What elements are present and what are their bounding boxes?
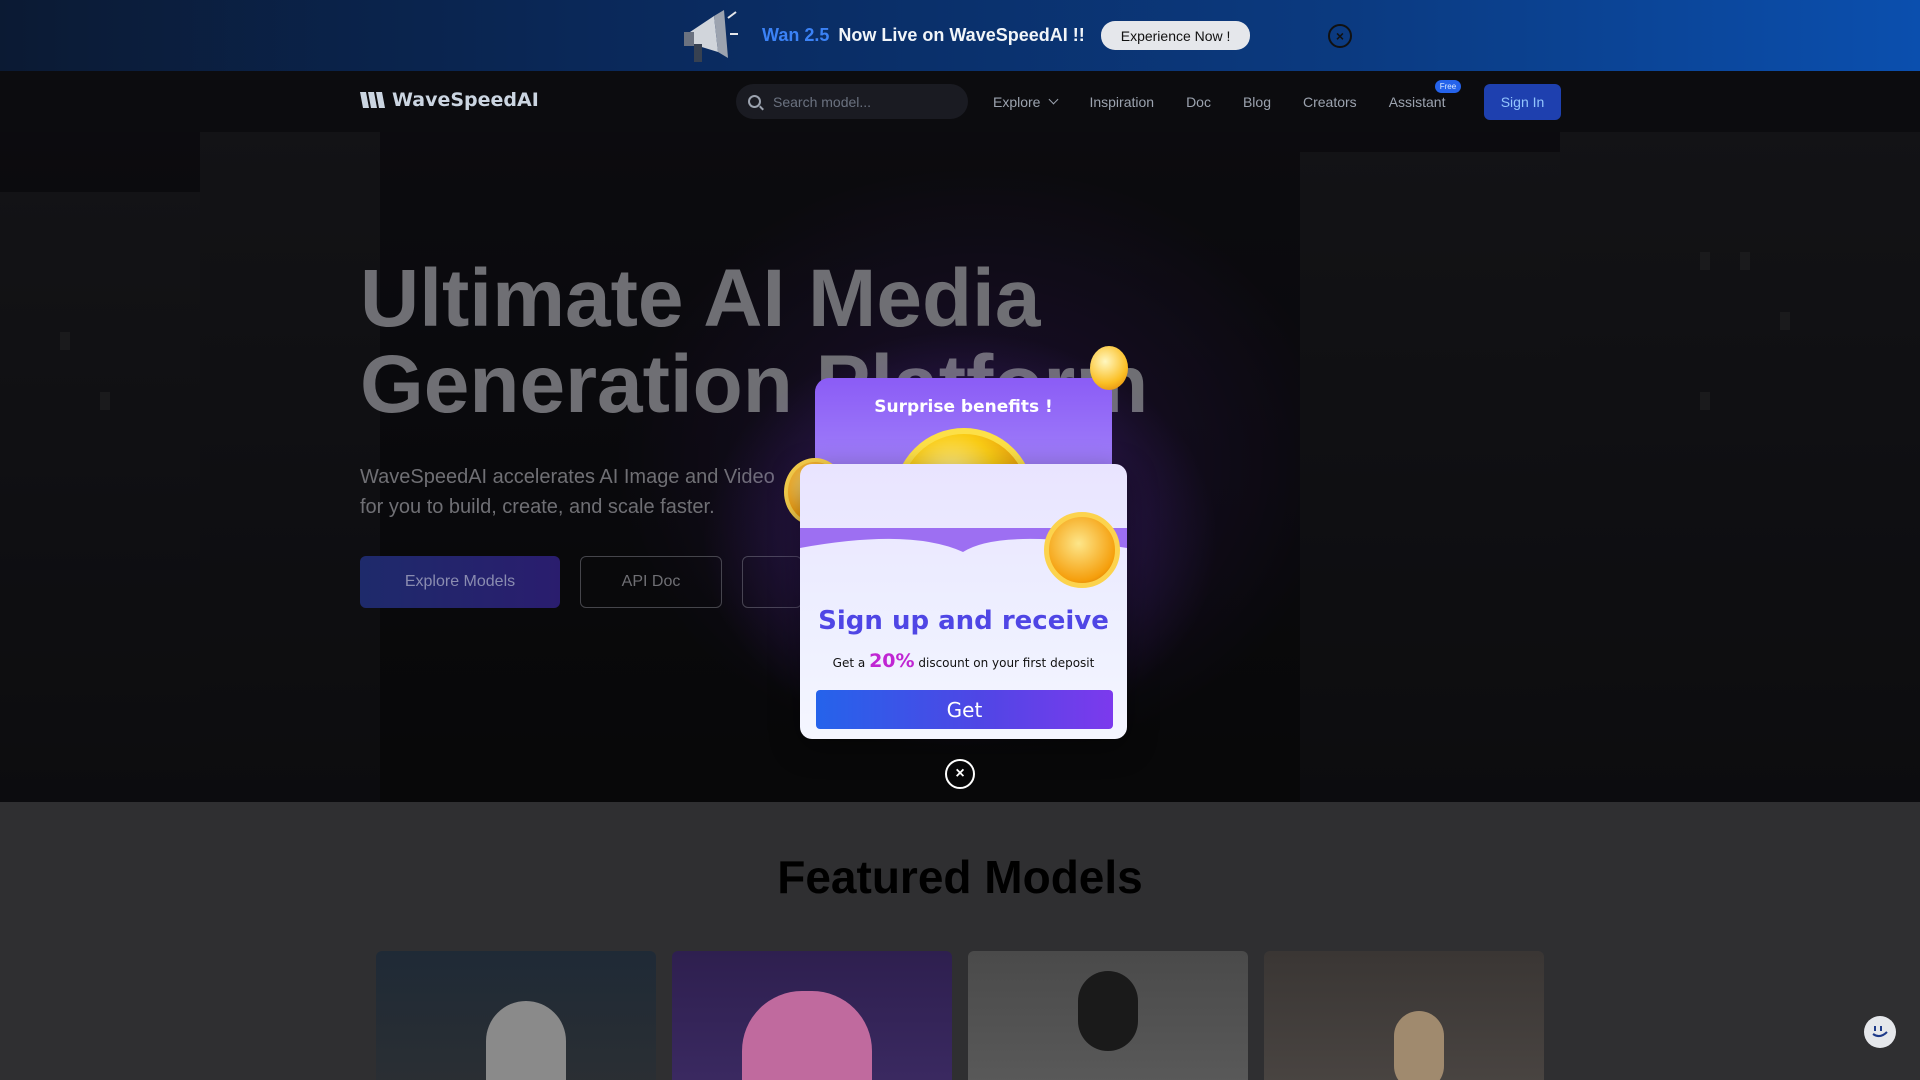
logo[interactable]: WaveSpeedAI [360,89,539,111]
explore-models-button[interactable]: Explore Models [360,556,560,608]
get-button[interactable]: Get [816,690,1113,729]
chat-face-icon [1872,1026,1888,1038]
megaphone-icon [680,4,738,68]
announcement-highlight: Wan 2.5 [762,25,830,45]
surprise-benefits-modal: Surprise benefits ! 1$ Sign up and recei… [784,346,1128,739]
modal-sub-prefix: Get a [832,656,866,670]
modal-heading: Surprise benefits ! [874,397,1053,417]
nav-inspiration[interactable]: Inspiration [1089,94,1154,110]
nav-assistant-label: Assistant [1388,93,1446,110]
announcement-content: Wan 2.5 Now Live on WaveSpeedAI !! Exper… [680,0,1251,71]
card-portrait [486,1001,566,1080]
featured-models-section: Featured Models [0,802,1920,1080]
card-portrait [1078,971,1138,1051]
nav-explore[interactable]: Explore [993,93,1059,110]
featured-models-title: Featured Models [777,851,1143,903]
nav-assistant[interactable]: Assistant Free [1388,79,1462,110]
coin-icon [1044,512,1120,588]
announcement-close-icon[interactable]: × [1328,24,1352,48]
nav-creators[interactable]: Creators [1303,94,1357,110]
modal-main-text: Sign up and receive [818,606,1109,636]
free-badge: Free [1434,79,1462,93]
card-portrait [742,991,872,1080]
nav-explore-label: Explore [993,93,1041,110]
announcement-bar: Wan 2.5 Now Live on WaveSpeedAI !! Exper… [0,0,1920,71]
card-portrait [1394,1011,1444,1080]
search-icon [748,95,761,108]
nav-blog[interactable]: Blog [1243,94,1271,110]
nav-doc[interactable]: Doc [1186,94,1211,110]
sign-in-button[interactable]: Sign In [1484,84,1561,120]
model-card[interactable] [968,951,1248,1080]
logo-mark-icon [360,92,385,108]
announcement-text: Now Live on WaveSpeedAI !! [838,25,1085,45]
navbar: WaveSpeedAI Explore Inspiration Doc Blog… [0,71,1920,132]
chevron-down-icon [1049,94,1059,105]
nav-links: Explore Inspiration Doc Blog Creators As… [993,71,1478,132]
model-card[interactable] [1264,951,1544,1080]
modal-subline: Get a 20% discount on your first deposit [800,650,1127,672]
model-card[interactable] [672,951,952,1080]
modal-discount-percent: 20% [869,650,915,672]
modal-close-icon[interactable]: × [945,759,975,789]
experience-now-button[interactable]: Experience Now ! [1100,21,1251,50]
search-input[interactable] [773,93,953,110]
modal-sub-suffix: discount on your first deposit [918,656,1095,670]
search-bar[interactable] [736,84,968,119]
coin-icon [1090,346,1128,390]
model-card[interactable] [376,951,656,1080]
logo-text: WaveSpeedAI [392,89,539,111]
chat-widget-icon[interactable] [1864,1016,1896,1048]
